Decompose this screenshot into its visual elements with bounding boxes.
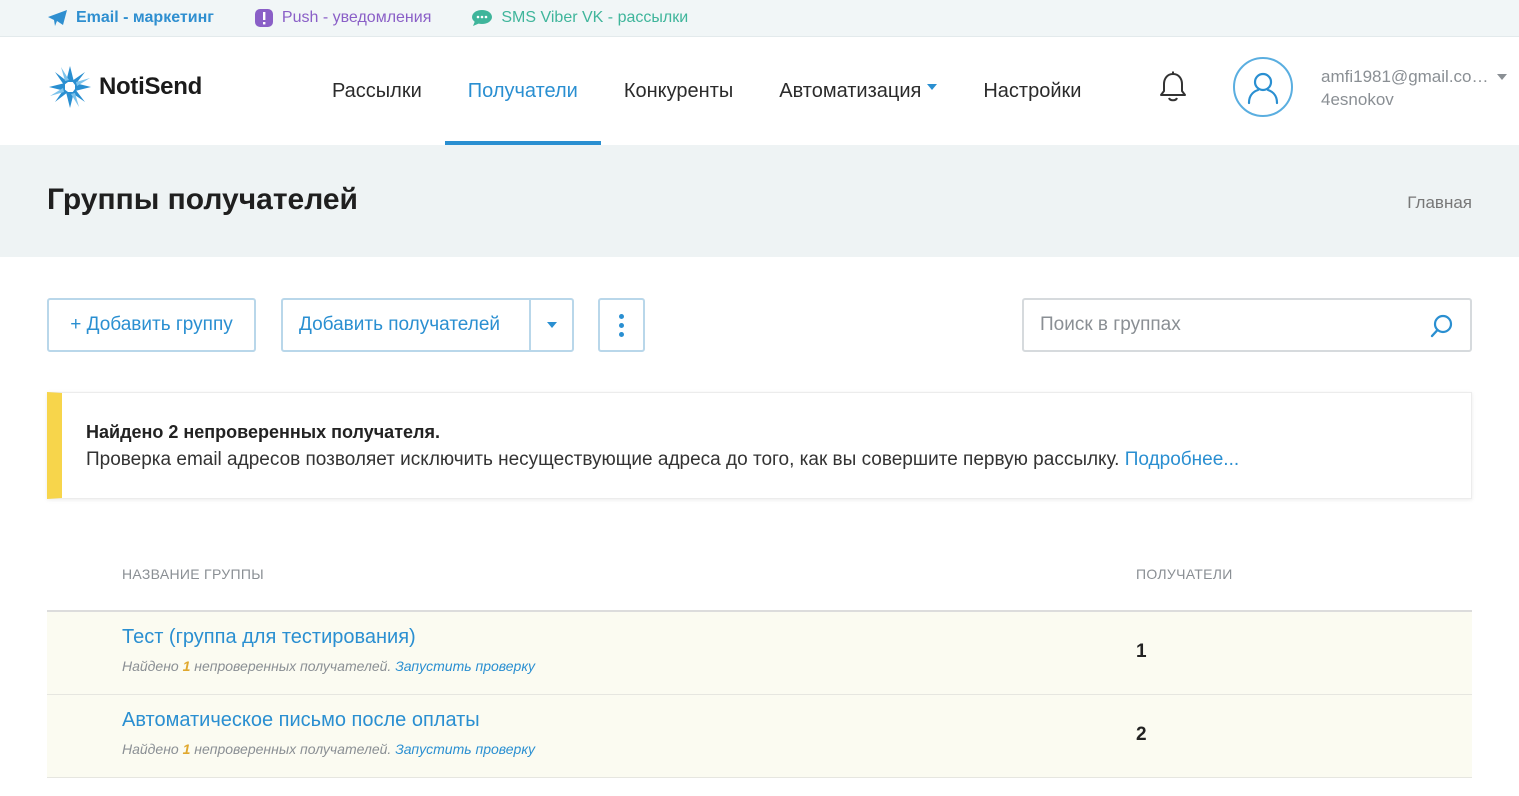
kebab-dot bbox=[619, 313, 624, 319]
column-header-group-name[interactable]: НАЗВАНИЕ ГРУППЫ bbox=[122, 566, 264, 582]
unverified-alert: Найдено 2 непроверенных получателя. Пров… bbox=[47, 392, 1472, 499]
kebab-dot bbox=[619, 322, 624, 328]
product-push[interactable]: Push - уведомления bbox=[254, 8, 431, 28]
notisend-logo-icon bbox=[49, 66, 91, 108]
group-unverified-note: Найдено 1 непроверенных получателей. Зап… bbox=[122, 741, 535, 757]
logo-text: NotiSend bbox=[99, 73, 202, 100]
nav-mailings[interactable]: Рассылки bbox=[309, 37, 445, 145]
nav-competitors-label: Конкуренты bbox=[623, 79, 734, 102]
nav-automation-label: Автоматизация bbox=[779, 79, 922, 102]
add-group-label: + Добавить группу bbox=[70, 314, 233, 335]
main-header: NotiSend Рассылки Получатели Конкуренты … bbox=[0, 37, 1519, 145]
kebab-dot bbox=[619, 331, 624, 337]
note-suffix: непроверенных получателей. bbox=[194, 741, 392, 757]
push-icon bbox=[254, 9, 273, 27]
more-options-button[interactable] bbox=[598, 298, 645, 352]
caret-down-icon bbox=[927, 84, 938, 90]
product-switcher: Email - маркетинг Push - уведомления SMS… bbox=[0, 0, 1519, 37]
group-name-link[interactable]: Автоматическое письмо после оплаты bbox=[122, 709, 480, 732]
add-recipients-dropdown-button[interactable] bbox=[531, 300, 572, 350]
product-email-label: Email - маркетинг bbox=[76, 9, 214, 26]
user-menu[interactable]: amfi1981@gmail.co… 4esnokov bbox=[1321, 65, 1489, 111]
user-icon bbox=[1247, 72, 1279, 105]
note-suffix: непроверенных получателей. bbox=[194, 658, 392, 674]
nav-recipients[interactable]: Получатели bbox=[444, 37, 601, 145]
group-unverified-note: Найдено 1 непроверенных получателей. Зап… bbox=[122, 658, 535, 674]
caret-down-icon bbox=[546, 322, 557, 328]
product-push-label: Push - уведомления bbox=[281, 9, 432, 26]
nav-settings[interactable]: Настройки bbox=[960, 37, 1104, 145]
table-header: НАЗВАНИЕ ГРУППЫ ПОЛУЧАТЕЛИ bbox=[47, 552, 1472, 612]
page-header: Группы получателей Главная bbox=[0, 145, 1519, 257]
run-check-link[interactable]: Запустить проверку bbox=[395, 658, 535, 674]
note-count: 1 bbox=[182, 741, 191, 757]
user-login: 4esnokov bbox=[1321, 90, 1394, 109]
recipients-count: 1 bbox=[1136, 641, 1147, 662]
nav-mailings-label: Рассылки bbox=[332, 79, 422, 102]
run-check-link[interactable]: Запустить проверку bbox=[395, 741, 535, 757]
product-email-marketing[interactable]: Email - маркетинг bbox=[48, 9, 214, 27]
main-nav: Рассылки Получатели Конкуренты Автоматиз… bbox=[309, 37, 1104, 145]
table-row: Автоматическое письмо после оплаты Найде… bbox=[47, 695, 1472, 778]
search-icon[interactable] bbox=[1429, 313, 1455, 339]
chat-bubble-icon bbox=[472, 10, 493, 26]
add-recipients-button[interactable]: Добавить получателей bbox=[283, 300, 531, 350]
alert-body: Проверка email адресов позволяет исключи… bbox=[86, 449, 1120, 470]
paper-plane-icon bbox=[48, 10, 67, 26]
note-prefix: Найдено bbox=[122, 741, 179, 757]
table-row: Тест (группа для тестирования) Найдено 1… bbox=[47, 612, 1472, 695]
nav-settings-label: Настройки bbox=[983, 79, 1082, 102]
search-input[interactable] bbox=[1024, 300, 1404, 350]
alert-text: Проверка email адресов позволяет исключи… bbox=[86, 449, 1239, 471]
nav-automation[interactable]: Автоматизация bbox=[756, 37, 960, 145]
alert-more-link[interactable]: Подробнее... bbox=[1125, 449, 1239, 470]
column-header-recipients[interactable]: ПОЛУЧАТЕЛИ bbox=[1136, 566, 1233, 582]
note-prefix: Найдено bbox=[122, 658, 179, 674]
alert-title: Найдено 2 непроверенных получателя. bbox=[86, 422, 440, 442]
breadcrumb-home[interactable]: Главная bbox=[1407, 193, 1472, 213]
bell-icon[interactable] bbox=[1158, 71, 1188, 108]
logo[interactable]: NotiSend bbox=[47, 64, 202, 110]
group-search bbox=[1022, 298, 1472, 352]
user-email: amfi1981@gmail.co… bbox=[1321, 67, 1489, 86]
nav-recipients-label: Получатели bbox=[467, 79, 578, 102]
product-sms[interactable]: SMS Viber VK - рассылки bbox=[471, 9, 688, 27]
add-recipients-label: Добавить получателей bbox=[299, 314, 501, 335]
add-recipients-split-button: Добавить получателей bbox=[281, 298, 574, 352]
add-group-button[interactable]: + Добавить группу bbox=[47, 298, 256, 352]
user-menu-caret-icon[interactable] bbox=[1497, 74, 1507, 80]
group-name-link[interactable]: Тест (группа для тестирования) bbox=[122, 626, 416, 649]
product-sms-label: SMS Viber VK - рассылки bbox=[501, 9, 689, 26]
nav-competitors[interactable]: Конкуренты bbox=[601, 37, 756, 145]
note-count: 1 bbox=[182, 658, 191, 674]
page-title: Группы получателей bbox=[47, 183, 358, 216]
recipients-count: 2 bbox=[1136, 724, 1147, 745]
avatar[interactable] bbox=[1233, 57, 1293, 117]
